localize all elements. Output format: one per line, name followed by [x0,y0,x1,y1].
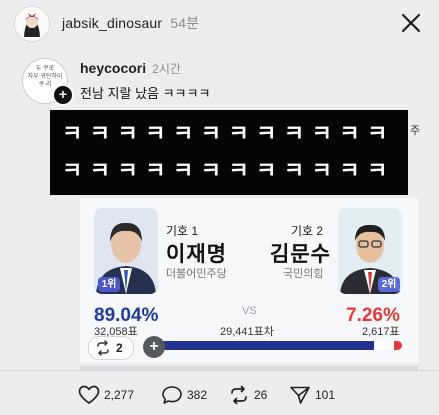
candidate-name-left: 이재명 [166,243,227,266]
add-plus-icon[interactable]: + [143,336,165,358]
laugh-row-1: ㅋㅋㅋㅋㅋㅋㅋㅋㅋㅋㅋㅋ [62,121,395,146]
post-time: 2시간 [152,62,181,76]
repost-icon [97,340,109,356]
candidate-party-right: 국민의힘 [283,268,324,280]
vote-difference: 29,441표차 [220,326,274,338]
heart-icon [78,385,100,404]
candidate-number-right: 기호 2 [291,224,324,238]
actions-divider [0,370,439,371]
candidate-number-left: 기호 1 [166,224,199,238]
vote-share-left-fill [148,341,374,350]
repost-count: 26 [254,388,268,402]
post-author-handle[interactable]: heycocori 2시간 [80,60,181,77]
vote-share-gap [374,341,394,350]
story-time: 54분 [170,15,200,31]
send-icon [290,386,310,404]
repost-count-pill[interactable]: 2 [88,336,134,360]
vote-share-right-fill [394,341,402,350]
story-header: jabsik_dinosaur 54분 [0,0,439,48]
rank-badge-left: 1위 [98,277,120,292]
comment-icon [162,386,182,404]
repost-pill-count: 2 [116,341,123,355]
side-text-fragment: 주 [410,125,421,137]
vote-count-right: 2,617표 [362,326,400,338]
user-avatar[interactable] [14,6,50,42]
like-count: 2,277 [104,388,135,402]
candidate-party-left: 더불어민주당 [166,268,227,280]
vote-share-bar [148,341,402,350]
repost-arrows-icon [231,385,247,405]
follow-plus-icon[interactable]: + [52,84,74,106]
candidate-name-right: 김문수 [270,243,331,266]
rank-badge-right: 2위 [378,277,400,292]
vs-label: VS [242,305,257,317]
laugh-row-2: ㅋㅋㅋㅋㅋㅋㅋㅋㅋㅋㅋㅋ [62,158,395,183]
share-count: 101 [315,388,336,402]
avatar-illustration [15,7,49,41]
story-username[interactable]: jabsik_dinosaur 54분 [62,13,199,33]
comment-count: 382 [187,388,208,402]
post-text: 전남 지랄 났음 ㅋㅋㅋㅋ [80,86,211,101]
close-icon[interactable] [398,10,424,36]
